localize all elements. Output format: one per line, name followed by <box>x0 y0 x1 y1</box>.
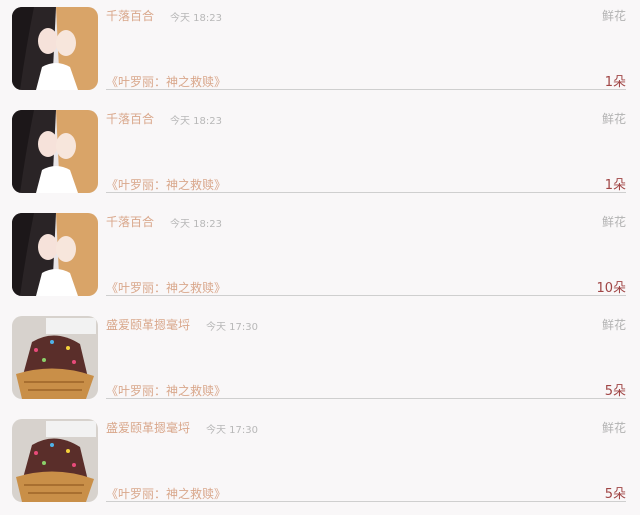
book-title-link[interactable]: 《叶罗丽：神之救赎》 <box>106 382 226 399</box>
anime-couple-avatar-art <box>12 7 98 90</box>
gift-time: 今天 18:23 <box>170 219 222 230</box>
row-divider <box>106 398 626 399</box>
avatar[interactable] <box>12 110 98 193</box>
book-title-link[interactable]: 《叶罗丽：神之救赎》 <box>106 176 226 193</box>
book-title-link[interactable]: 《叶罗丽：神之救赎》 <box>106 485 226 502</box>
avatar[interactable] <box>12 316 98 399</box>
sender-name[interactable]: 盛爱颐革摁毫埒 <box>106 419 190 436</box>
gift-time: 今天 18:23 <box>170 13 222 24</box>
sender-name[interactable]: 千落百合 <box>106 213 154 230</box>
gift-type: 鲜花 <box>601 9 626 23</box>
ice-cream-avatar-art <box>12 419 98 502</box>
gift-time: 今天 18:23 <box>170 116 222 127</box>
list-item[interactable]: 千落百合 今天 18:23 鲜花 《叶罗丽：神之救赎》 1朵 <box>0 0 640 103</box>
gift-type: 鲜花 <box>601 112 626 126</box>
flower-gift-list: 千落百合 今天 18:23 鲜花 《叶罗丽：神之救赎》 1朵 千落百合 今天 1… <box>0 0 640 506</box>
gift-type: 鲜花 <box>601 421 626 435</box>
row-divider <box>106 501 626 502</box>
anime-couple-avatar-art <box>12 110 98 193</box>
gift-time: 今天 17:30 <box>206 425 258 436</box>
avatar[interactable] <box>12 7 98 90</box>
avatar[interactable] <box>12 213 98 296</box>
sender-name[interactable]: 千落百合 <box>106 110 154 127</box>
gift-count: 1朵 <box>604 178 626 193</box>
gift-count: 10朵 <box>596 281 626 296</box>
row-divider <box>106 192 626 193</box>
book-title-link[interactable]: 《叶罗丽：神之救赎》 <box>106 279 226 296</box>
gift-type: 鲜花 <box>601 215 626 229</box>
ice-cream-avatar-art <box>12 316 98 399</box>
gift-count: 1朵 <box>604 75 626 90</box>
list-item[interactable]: 千落百合 今天 18:23 鲜花 《叶罗丽：神之救赎》 1朵 <box>0 103 640 206</box>
sender-name[interactable]: 盛爱颐革摁毫埒 <box>106 316 190 333</box>
gift-count: 5朵 <box>604 384 626 399</box>
list-item[interactable]: 盛爱颐革摁毫埒 今天 17:30 鲜花 《叶罗丽：神之救赎》 5朵 <box>0 412 640 515</box>
list-item[interactable]: 盛爱颐革摁毫埒 今天 17:30 鲜花 《叶罗丽：神之救赎》 5朵 <box>0 309 640 412</box>
list-item[interactable]: 千落百合 今天 18:23 鲜花 《叶罗丽：神之救赎》 10朵 <box>0 206 640 309</box>
avatar[interactable] <box>12 419 98 502</box>
gift-count: 5朵 <box>604 487 626 502</box>
book-title-link[interactable]: 《叶罗丽：神之救赎》 <box>106 73 226 90</box>
gift-type: 鲜花 <box>601 318 626 332</box>
gift-time: 今天 17:30 <box>206 322 258 333</box>
row-divider <box>106 89 626 90</box>
sender-name[interactable]: 千落百合 <box>106 7 154 24</box>
row-divider <box>106 295 626 296</box>
anime-couple-avatar-art <box>12 213 98 296</box>
